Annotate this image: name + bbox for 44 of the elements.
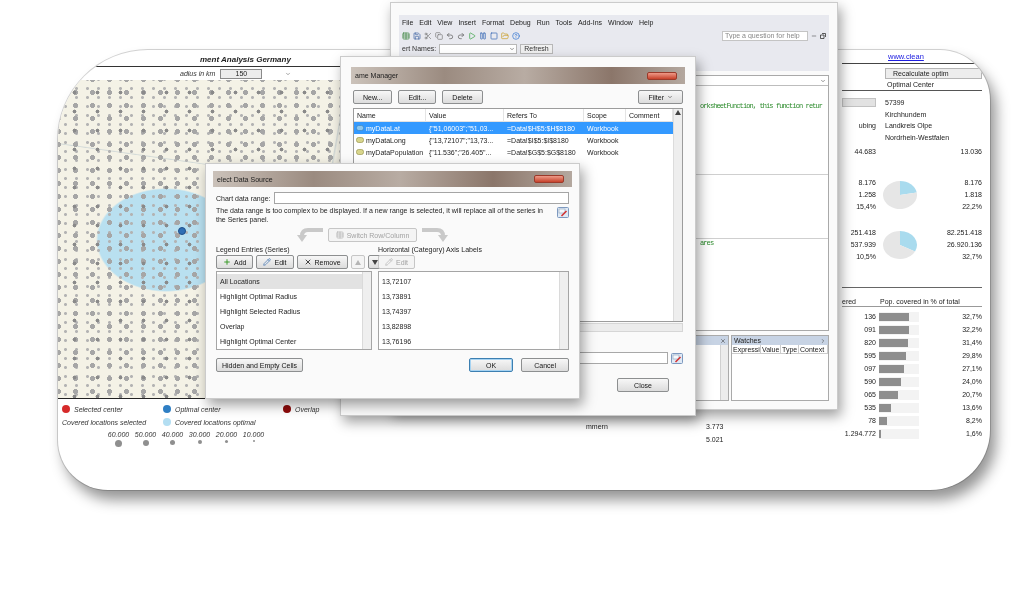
save-icon[interactable] [413, 31, 421, 40]
stop-icon[interactable] [490, 31, 498, 40]
plus-icon [223, 258, 231, 266]
map-marker-icon [178, 227, 186, 235]
vertical-scrollbar[interactable] [673, 109, 682, 321]
caret-up-icon [354, 259, 361, 265]
vertical-scrollbar[interactable] [720, 345, 728, 400]
folder-icon[interactable] [501, 31, 509, 40]
pause-icon[interactable] [479, 31, 487, 40]
report-title: ment Analysis Germany [200, 55, 291, 64]
caret-icon [667, 94, 673, 100]
range-select-icon[interactable] [671, 352, 683, 364]
cross-icon [303, 258, 312, 266]
grid-icon [335, 231, 344, 239]
caret-icon [509, 45, 516, 52]
scale-dot-icon [142, 440, 149, 446]
close-icon[interactable] [720, 337, 726, 344]
chart-data-range-field[interactable] [274, 192, 569, 204]
vertical-scrollbar[interactable] [362, 272, 371, 349]
play-icon[interactable] [468, 31, 476, 40]
input-field[interactable] [842, 98, 876, 108]
scale-dot-icon [197, 440, 202, 444]
restore-icon[interactable] [820, 32, 826, 39]
caret-icon[interactable] [820, 77, 826, 84]
undo-icon[interactable] [446, 31, 454, 40]
names-dropdown[interactable] [439, 43, 518, 54]
vertical-scrollbar[interactable] [559, 272, 568, 349]
caret-up-icon [675, 110, 681, 115]
pencil-icon [385, 258, 393, 266]
redo-icon[interactable] [457, 31, 465, 40]
window-close-button[interactable] [647, 71, 677, 80]
range-select-icon[interactable] [557, 207, 569, 218]
caret-icon[interactable] [285, 70, 292, 77]
help-icon[interactable] [512, 31, 520, 40]
window-close-button[interactable] [534, 175, 564, 183]
pencil-icon [263, 258, 272, 266]
scissors-icon[interactable] [424, 31, 432, 40]
scale-dot-icon [225, 440, 228, 443]
grid-icon[interactable] [402, 31, 410, 40]
scale-dot-icon [170, 440, 175, 445]
caret-down-icon [371, 259, 378, 265]
caret-icon[interactable] [820, 337, 826, 344]
copy-icon[interactable] [435, 31, 443, 40]
scale-dot-icon [115, 440, 122, 447]
